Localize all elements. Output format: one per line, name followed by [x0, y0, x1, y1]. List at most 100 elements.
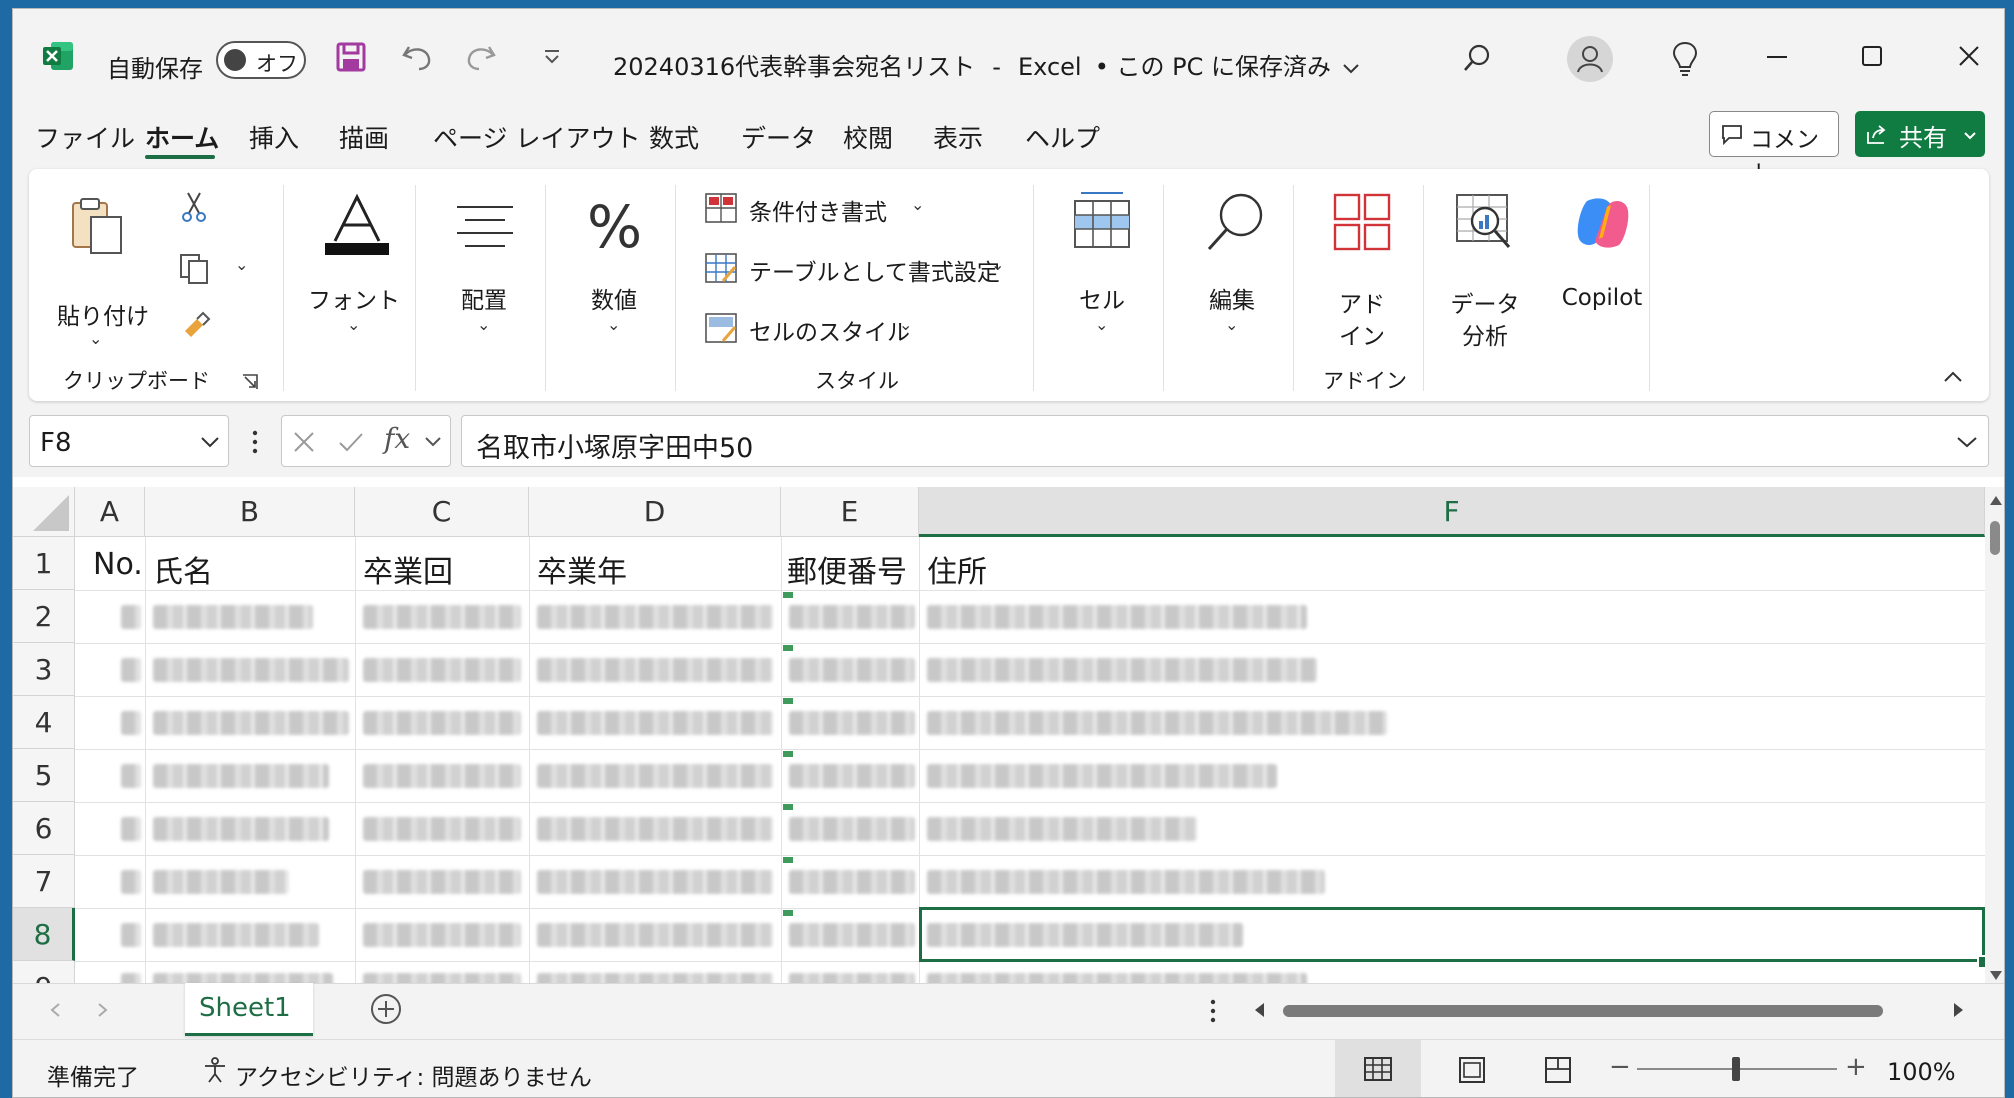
row-header-9[interactable]: 9 [13, 961, 75, 983]
editing-button[interactable]: 編集 ⌄ [1173, 189, 1291, 339]
redo-icon[interactable] [463, 39, 499, 75]
document-title[interactable]: 20240316代表幹事会宛名リスト - Excel • この PC に保存済み [613, 47, 1360, 82]
redacted-cell [789, 870, 915, 894]
tab-data[interactable]: データ [741, 119, 816, 155]
formula-input[interactable]: 名取市小塚原字田中50 [461, 415, 1989, 467]
zoom-in-icon[interactable]: + [1845, 1052, 1867, 1082]
addins-button[interactable]: アド イン [1303, 189, 1421, 350]
copy-icon[interactable] [177, 251, 211, 285]
scroll-left-icon[interactable] [1253, 1002, 1265, 1022]
row-header-2[interactable]: 2 [13, 590, 75, 643]
paste-icon [69, 195, 125, 261]
vertical-scroll-thumb[interactable] [1990, 521, 2000, 555]
redacted-cell [789, 658, 915, 682]
insert-function-icon[interactable]: fx [384, 422, 410, 455]
share-button[interactable]: 共有 [1855, 111, 1985, 157]
row-header-8[interactable]: 8 [13, 908, 75, 961]
dialog-launcher-icon[interactable] [241, 373, 259, 391]
select-all-corner[interactable] [13, 487, 75, 537]
quick-access-dropdown-icon[interactable] [541, 47, 563, 69]
page-layout-view-icon[interactable] [1457, 1056, 1487, 1088]
close-icon[interactable] [1956, 43, 1982, 69]
comment-button[interactable]: コメント [1709, 111, 1839, 187]
font-button[interactable]: フォント ⌄ [295, 189, 413, 339]
tab-insert[interactable]: 挿入 [249, 119, 299, 155]
add-sheet-icon[interactable] [369, 992, 403, 1030]
scroll-up-icon[interactable] [1989, 491, 2003, 510]
active-cell-outline[interactable] [919, 907, 1985, 962]
conditional-format-button[interactable]: 条件付き書式 ⌄ [705, 189, 965, 229]
column-header-f[interactable]: F [919, 487, 1985, 537]
scroll-tabs-right-icon[interactable] [97, 1002, 109, 1022]
copy-dropdown-icon[interactable]: ⌄ [235, 255, 248, 274]
zoom-slider-thumb[interactable] [1732, 1057, 1740, 1081]
number-button[interactable]: % 数値 ⌄ [555, 189, 673, 339]
row-header-3[interactable]: 3 [13, 643, 75, 696]
cell-styles-button[interactable]: セルのスタイル ⌄ [705, 309, 965, 349]
tab-review[interactable]: 校閲 [843, 119, 893, 155]
data-analysis-button[interactable]: データ 分析 [1433, 189, 1537, 350]
row-header-4[interactable]: 4 [13, 696, 75, 749]
alignment-button[interactable]: 配置 ⌄ [425, 189, 543, 339]
search-icon[interactable] [1461, 41, 1495, 75]
zoom-out-icon[interactable]: − [1609, 1052, 1631, 1082]
format-painter-icon[interactable] [179, 309, 211, 341]
redacted-cell [363, 870, 521, 894]
redacted-cell [789, 923, 915, 947]
cut-icon[interactable] [179, 191, 209, 222]
column-header-c[interactable]: C [355, 487, 529, 537]
lightbulb-icon[interactable] [1668, 39, 1702, 77]
addins-label-line1: アド [1339, 292, 1385, 318]
row-header-5[interactable]: 5 [13, 749, 75, 802]
accessibility-icon [201, 1056, 229, 1088]
vertical-scrollbar[interactable] [1985, 487, 2004, 983]
tab-split-handle-icon[interactable] [1209, 998, 1217, 1028]
cancel-icon[interactable] [292, 430, 316, 458]
name-box[interactable]: F8 [29, 415, 229, 467]
copilot-button[interactable]: Copilot [1543, 189, 1661, 339]
save-icon[interactable] [333, 39, 369, 75]
format-as-table-button[interactable]: テーブルとして書式設定 ⌄ [705, 249, 1045, 289]
tab-view[interactable]: 表示 [933, 119, 983, 155]
sheet-tab-sheet1[interactable]: Sheet1 [185, 983, 313, 1036]
tab-home[interactable]: ホーム [145, 119, 219, 155]
page-break-view-icon[interactable] [1543, 1056, 1573, 1088]
tab-help[interactable]: ヘルプ [1025, 119, 1100, 155]
more-options-icon[interactable] [251, 429, 259, 455]
paste-button[interactable]: 貼り付け ⌄ [57, 189, 149, 348]
horizontal-scrollbar[interactable] [1243, 996, 1975, 1026]
excel-logo-icon[interactable] [41, 39, 75, 73]
gridline [145, 537, 146, 983]
worksheet-grid[interactable]: A B C D E F 1 2 3 4 5 6 7 8 9 No. 氏名 卒業回… [13, 477, 2004, 983]
scroll-down-icon[interactable] [1989, 967, 2003, 983]
column-header-b[interactable]: B [145, 487, 355, 537]
cell-styles-icon [705, 313, 739, 349]
minimize-icon[interactable] [1763, 47, 1791, 67]
autosave-toggle[interactable]: オフ [216, 41, 306, 79]
cells-button[interactable]: セル ⌄ [1043, 189, 1161, 339]
horizontal-scroll-thumb[interactable] [1283, 1005, 1883, 1017]
column-header-d[interactable]: D [529, 487, 781, 537]
redacted-cell [537, 711, 773, 735]
zoom-slider[interactable] [1637, 1057, 1837, 1081]
tab-page-layout[interactable]: ページ レイアウト [433, 119, 640, 155]
tab-file[interactable]: ファイル [35, 119, 135, 155]
collapse-ribbon-icon[interactable] [1941, 369, 1965, 385]
enter-check-icon[interactable] [338, 430, 364, 458]
scroll-tabs-left-icon[interactable] [49, 1002, 61, 1022]
column-header-e[interactable]: E [781, 487, 919, 537]
normal-view-button[interactable] [1335, 1040, 1421, 1097]
tab-draw[interactable]: 描画 [339, 119, 389, 155]
redacted-cell [537, 923, 773, 947]
tab-formulas[interactable]: 数式 [649, 119, 699, 155]
zoom-level[interactable]: 100% [1887, 1058, 1956, 1086]
account-avatar-icon[interactable] [1567, 36, 1613, 82]
undo-icon[interactable] [399, 39, 435, 75]
column-header-a[interactable]: A [75, 487, 145, 537]
row-header-7[interactable]: 7 [13, 855, 75, 908]
scroll-right-icon[interactable] [1953, 1002, 1965, 1022]
row-header-6[interactable]: 6 [13, 802, 75, 855]
expand-formula-icon[interactable] [1956, 434, 1978, 453]
maximize-icon[interactable] [1859, 43, 1885, 69]
row-header-1[interactable]: 1 [13, 537, 75, 590]
